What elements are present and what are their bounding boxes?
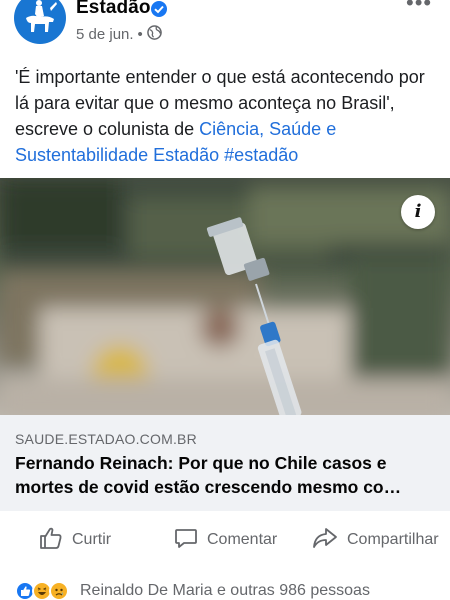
post-date[interactable]: 5 de jun. <box>76 26 134 43</box>
globe-icon <box>147 25 162 44</box>
reaction-icons <box>15 581 77 600</box>
reactions-summary[interactable]: Reinaldo De Maria e outras 986 pessoas <box>0 578 450 600</box>
more-icon[interactable]: ••• <box>406 0 432 16</box>
like-thumb-icon <box>38 525 64 556</box>
reaction-count-text[interactable]: Reinaldo De Maria e outras 986 pessoas <box>80 582 370 600</box>
post-message: 'É importante entender o que está aconte… <box>15 64 440 168</box>
link-title[interactable]: Fernando Reinach: Por que no Chile casos… <box>15 451 440 499</box>
sad-reaction-icon <box>49 581 69 600</box>
page-avatar[interactable] <box>14 0 66 44</box>
share-icon <box>311 525 339 556</box>
horseman-logo-icon <box>26 0 57 32</box>
comment-icon <box>173 525 199 556</box>
like-button[interactable]: Curtir <box>38 526 111 554</box>
page-name[interactable]: Estadão <box>76 0 151 19</box>
share-label: Compartilhar <box>347 531 439 548</box>
post-meta: 5 de jun. • <box>76 25 162 44</box>
action-bar: Curtir Comentar Compartilhar <box>0 514 450 566</box>
link-preview-image[interactable] <box>0 178 450 415</box>
link-card[interactable]: SAUDE.ESTADAO.COM.BR Fernando Reinach: P… <box>0 415 450 511</box>
share-button[interactable]: Compartilhar <box>311 526 439 554</box>
comment-label: Comentar <box>207 531 278 548</box>
meta-separator: • <box>137 26 143 43</box>
post-header: Estadão 5 de jun. • ••• <box>0 0 450 60</box>
post-hashtag[interactable]: #estadão <box>224 145 298 165</box>
comment-button[interactable]: Comentar <box>173 526 277 554</box>
link-domain: SAUDE.ESTADAO.COM.BR <box>15 431 197 447</box>
info-icon[interactable]: i <box>401 195 435 229</box>
verified-badge-icon <box>151 1 167 17</box>
vaccine-syringe-photo <box>0 178 450 415</box>
like-label: Curtir <box>72 531 112 548</box>
